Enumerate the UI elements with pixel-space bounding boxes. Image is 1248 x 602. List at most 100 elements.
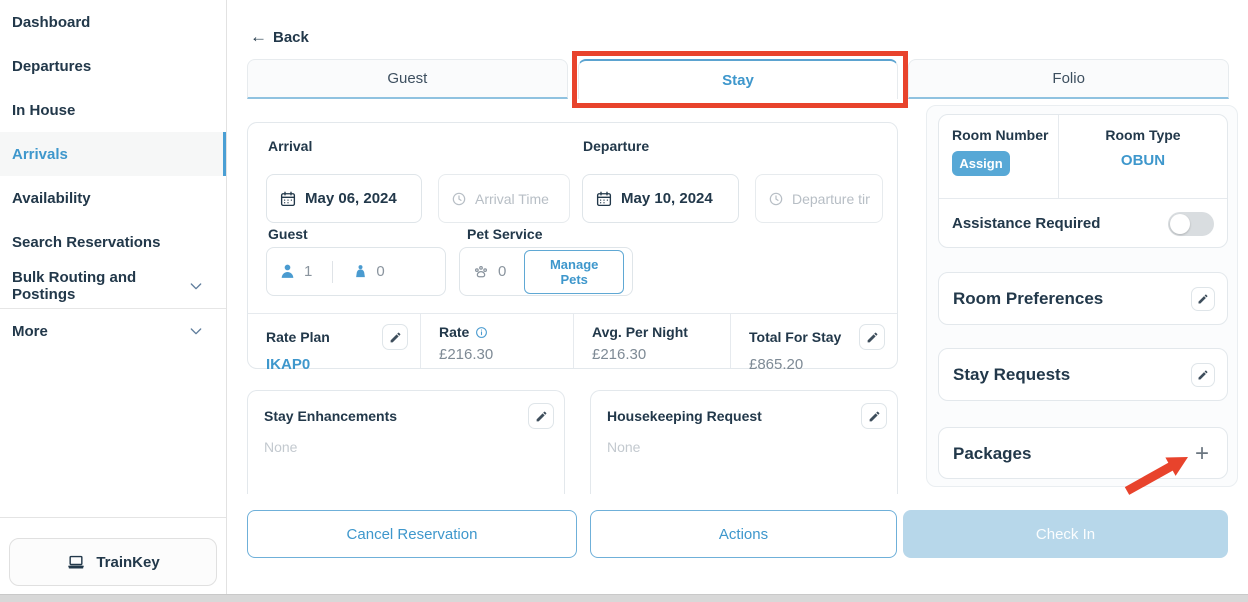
tab-label: Stay <box>722 72 754 89</box>
stay-enhancements-title: Stay Enhancements <box>264 403 397 424</box>
adult-icon <box>279 263 296 280</box>
trainkey-label: TrainKey <box>96 554 159 571</box>
sidebar-item-search-reservations[interactable]: Search Reservations <box>0 220 226 264</box>
departure-time-placeholder: Departure tim <box>792 191 870 207</box>
pet-service-label: Pet Service <box>467 226 543 242</box>
sidebar-item-label: Departures <box>12 58 91 75</box>
edit-room-preferences-button[interactable] <box>1191 287 1215 311</box>
sidebar-item-departures[interactable]: Departures <box>0 44 226 88</box>
rate-strip: Rate Plan IKAP0 Rate £216.30 Avg. Per Ni… <box>248 314 897 368</box>
total-for-stay-cell: Total For Stay £865.20 <box>730 314 897 368</box>
departure-date-value: May 10, 2024 <box>621 190 713 207</box>
edit-stay-enhancements-button[interactable] <box>528 403 554 429</box>
sidebar-item-label: Dashboard <box>12 14 90 31</box>
room-preferences-title: Room Preferences <box>953 289 1103 309</box>
housekeeping-request-value: None <box>607 439 887 455</box>
pet-service-field[interactable]: 0 Manage Pets <box>459 247 633 296</box>
paw-icon <box>472 263 490 281</box>
room-panel: Room Number Assign Room Type OBUN Assist… <box>926 105 1238 487</box>
rate-value: £216.30 <box>439 346 561 363</box>
guest-count-field[interactable]: 1 0 <box>266 247 446 296</box>
chevron-down-icon <box>188 278 204 294</box>
arrival-label: Arrival <box>268 138 312 154</box>
sidebar: Dashboard Departures In House Arrivals A… <box>0 0 227 602</box>
calendar-icon <box>595 190 613 208</box>
sidebar-item-label: More <box>12 323 48 340</box>
back-link[interactable]: ← Back <box>250 27 309 47</box>
assistance-required-toggle[interactable] <box>1168 212 1214 236</box>
housekeeping-request-title: Housekeeping Request <box>607 403 762 424</box>
rate-cell: Rate £216.30 <box>420 314 573 368</box>
arrival-date-value: May 06, 2024 <box>305 190 397 207</box>
child-count: 0 <box>376 263 384 280</box>
divider <box>332 261 333 283</box>
clock-icon <box>768 191 784 207</box>
rate-plan-value[interactable]: IKAP0 <box>266 356 408 373</box>
packages-card: Packages + <box>938 427 1228 479</box>
reservation-detail-screen: Dashboard Departures In House Arrivals A… <box>0 0 1248 602</box>
sidebar-item-bulk-routing[interactable]: Bulk Routing and Postings <box>0 264 226 308</box>
sidebar-item-label: Search Reservations <box>12 234 160 251</box>
avg-per-night-label: Avg. Per Night <box>592 324 688 340</box>
adult-count: 1 <box>304 263 312 280</box>
sidebar-footer: TrainKey <box>0 517 226 595</box>
packages-title: Packages <box>953 444 1031 464</box>
tab-folio[interactable]: Folio <box>908 59 1229 99</box>
guest-label: Guest <box>268 226 308 242</box>
actions-button[interactable]: Actions <box>590 510 897 558</box>
housekeeping-request-card: Housekeeping Request None <box>590 390 898 494</box>
sidebar-item-label: Arrivals <box>12 146 68 163</box>
sidebar-item-more[interactable]: More <box>0 309 226 353</box>
child-icon <box>353 264 368 279</box>
sidebar-item-label: Availability <box>12 190 91 207</box>
check-in-button[interactable]: Check In <box>903 510 1228 558</box>
arrival-time-placeholder: Arrival Time <box>475 191 549 207</box>
stay-enhancements-card: Stay Enhancements None <box>247 390 565 494</box>
arrival-time-field[interactable]: Arrival Time <box>438 174 570 223</box>
tab-guest[interactable]: Guest <box>247 59 568 99</box>
edit-total-button[interactable] <box>859 324 885 350</box>
cancel-reservation-button[interactable]: Cancel Reservation <box>247 510 577 558</box>
room-type-value[interactable]: OBUN <box>1059 152 1227 169</box>
avg-per-night-cell: Avg. Per Night £216.30 <box>573 314 730 368</box>
sidebar-item-dashboard[interactable]: Dashboard <box>0 0 226 44</box>
departure-time-field[interactable]: Departure tim <box>755 174 883 223</box>
room-card: Room Number Assign Room Type OBUN Assist… <box>938 114 1228 248</box>
room-number-label: Room Number <box>952 127 1058 143</box>
stay-details-card: Arrival May 06, 2024 Arrival Time Depart… <box>247 122 898 369</box>
tab-stay[interactable]: Stay <box>578 59 899 99</box>
total-for-stay-value: £865.20 <box>749 356 885 373</box>
departure-label: Departure <box>583 138 649 154</box>
edit-stay-requests-button[interactable] <box>1191 363 1215 387</box>
tab-bar: Guest Stay Folio <box>247 59 1229 99</box>
window-bottom-edge <box>0 594 1248 602</box>
clock-icon <box>451 191 467 207</box>
manage-pets-button[interactable]: Manage Pets <box>524 250 624 294</box>
calendar-icon <box>279 190 297 208</box>
room-preferences-card: Room Preferences <box>938 272 1228 325</box>
rate-plan-label: Rate Plan <box>266 329 330 345</box>
stay-requests-card: Stay Requests <box>938 348 1228 401</box>
back-arrow-icon: ← <box>250 27 267 47</box>
sidebar-item-arrivals[interactable]: Arrivals <box>0 132 226 176</box>
edit-housekeeping-button[interactable] <box>861 403 887 429</box>
add-package-button[interactable]: + <box>1189 442 1215 466</box>
trainkey-button[interactable]: TrainKey <box>9 538 217 586</box>
toggle-knob <box>1170 214 1190 234</box>
assign-room-button[interactable]: Assign <box>952 151 1010 176</box>
edit-rate-plan-button[interactable] <box>382 324 408 350</box>
back-label: Back <box>273 29 309 46</box>
sidebar-item-label: Bulk Routing and Postings <box>12 269 188 303</box>
room-type-label: Room Type <box>1059 127 1227 143</box>
departure-date-field[interactable]: May 10, 2024 <box>582 174 739 223</box>
arrival-date-field[interactable]: May 06, 2024 <box>266 174 422 223</box>
total-for-stay-label: Total For Stay <box>749 329 841 345</box>
sidebar-item-availability[interactable]: Availability <box>0 176 226 220</box>
rate-plan-cell: Rate Plan IKAP0 <box>248 314 420 368</box>
avg-per-night-value: £216.30 <box>592 346 718 363</box>
sidebar-item-label: In House <box>12 102 75 119</box>
assistance-required-label: Assistance Required <box>952 215 1100 232</box>
tab-label: Guest <box>387 70 427 87</box>
sidebar-item-in-house[interactable]: In House <box>0 88 226 132</box>
stay-requests-title: Stay Requests <box>953 365 1070 385</box>
